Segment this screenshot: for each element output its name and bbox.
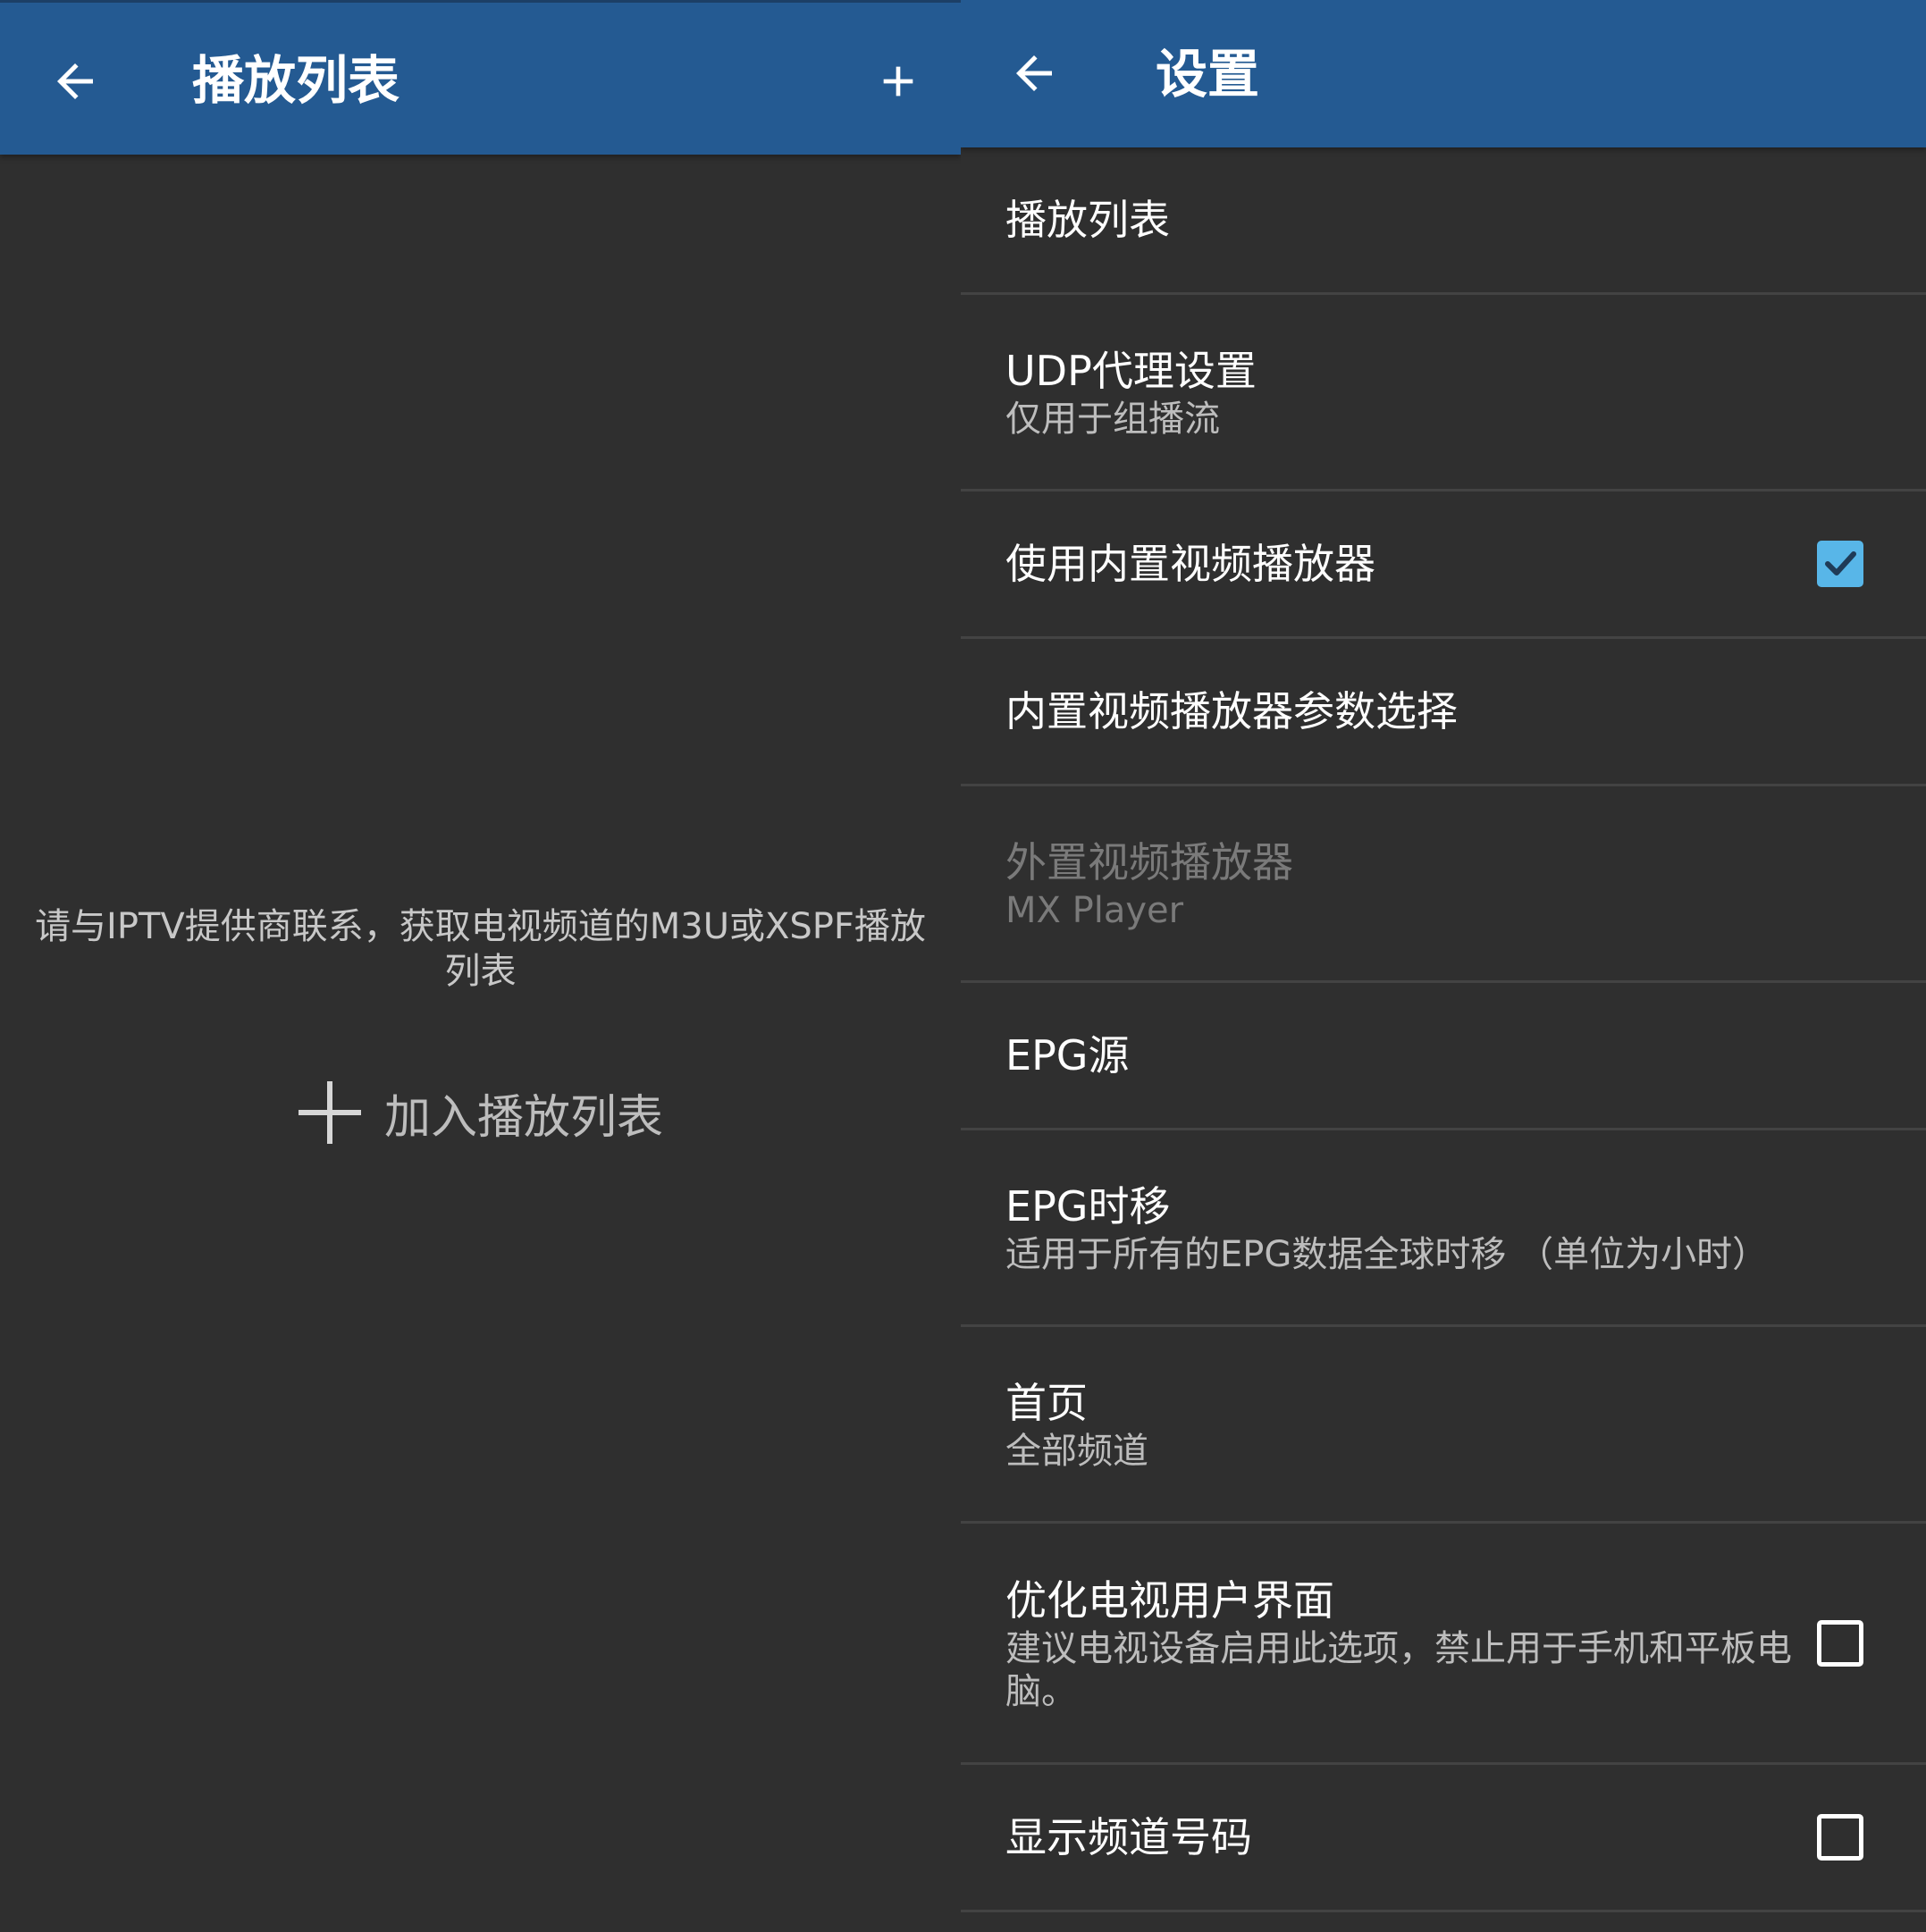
setting-optimize-tv-ui[interactable]: 优化电视用户界面 建议电视设备启用此选项，禁止用于手机和平板电脑。: [961, 1524, 1926, 1765]
setting-title: UDP代理设置: [1005, 346, 1257, 395]
setting-home-page[interactable]: 首页 全部频道: [961, 1327, 1926, 1524]
show-channel-numbers-checkbox[interactable]: [1817, 1814, 1863, 1861]
setting-summary: MX Player: [1005, 889, 1184, 931]
setting-summary: 适用于所有的EPG数据全球时移 （单位为小时）: [1005, 1233, 1769, 1275]
setting-title: EPG时移: [1005, 1181, 1171, 1231]
setting-show-channel-numbers[interactable]: 显示频道号码: [961, 1765, 1926, 1912]
setting-title: 内置视频播放器参数选择: [1005, 687, 1458, 735]
empty-playlist-message: 请与IPTV提供商联系，获取电视频道的M3U或XSPF播放列表: [35, 906, 926, 992]
setting-builtin-player-params[interactable]: 内置视频播放器参数选择: [961, 639, 1926, 786]
plus-icon: [883, 66, 913, 97]
arrow-left-icon: [57, 63, 93, 99]
page-title: 设置: [1156, 44, 1260, 105]
playlists-app-bar: 播放列表: [0, 0, 961, 155]
setting-title: 使用内置视频播放器: [1005, 540, 1375, 588]
setting-title: 显示频道号码: [1005, 1813, 1252, 1861]
back-button[interactable]: [30, 37, 120, 126]
setting-summary: 仅用于组播流: [1005, 398, 1220, 440]
settings-screen: 设置 播放列表 UDP代理设置 仅用于组播流 使用内置视频播放器 内置视频播放器…: [961, 0, 1926, 1932]
settings-list: 播放列表 UDP代理设置 仅用于组播流 使用内置视频播放器 内置视频播放器参数选…: [961, 147, 1926, 1912]
setting-title: 外置视频播放器: [1005, 837, 1293, 886]
setting-use-builtin-player[interactable]: 使用内置视频播放器: [961, 491, 1926, 639]
add-playlist-label: 加入播放列表: [384, 1090, 664, 1145]
playlists-screen: 播放列表 请与IPTV提供商联系，获取电视频道的M3U或XSPF播放列表 加入播…: [0, 0, 961, 1932]
settings-app-bar: 设置: [961, 0, 1926, 147]
page-title: 播放列表: [192, 50, 400, 111]
setting-playlists[interactable]: 播放列表: [961, 147, 1926, 295]
setting-udp-proxy[interactable]: UDP代理设置 仅用于组播流: [961, 295, 1926, 491]
setting-title: EPG源: [1005, 1031, 1130, 1079]
back-button[interactable]: [989, 29, 1079, 118]
arrow-left-icon: [1016, 55, 1052, 91]
setting-title: 首页: [1005, 1378, 1088, 1427]
setting-title: 播放列表: [1005, 196, 1170, 244]
builtin-player-checkbox[interactable]: [1817, 541, 1863, 587]
setting-epg-time-shift[interactable]: EPG时移 适用于所有的EPG数据全球时移 （单位为小时）: [961, 1130, 1926, 1327]
setting-external-player: 外置视频播放器 MX Player: [961, 786, 1926, 983]
plus-icon: [299, 1081, 361, 1144]
setting-epg-source[interactable]: EPG源: [961, 983, 1926, 1130]
setting-summary: 全部频道: [1005, 1430, 1148, 1472]
add-playlist-toolbar-button[interactable]: [854, 37, 943, 126]
check-icon: [1825, 551, 1856, 575]
setting-title: 优化电视用户界面: [1005, 1575, 1334, 1625]
optimize-tv-ui-checkbox[interactable]: [1817, 1619, 1863, 1667]
add-playlist-button[interactable]: 加入播放列表: [295, 1077, 663, 1148]
setting-summary: 建议电视设备启用此选项，禁止用于手机和平板电脑。: [1005, 1627, 1792, 1712]
